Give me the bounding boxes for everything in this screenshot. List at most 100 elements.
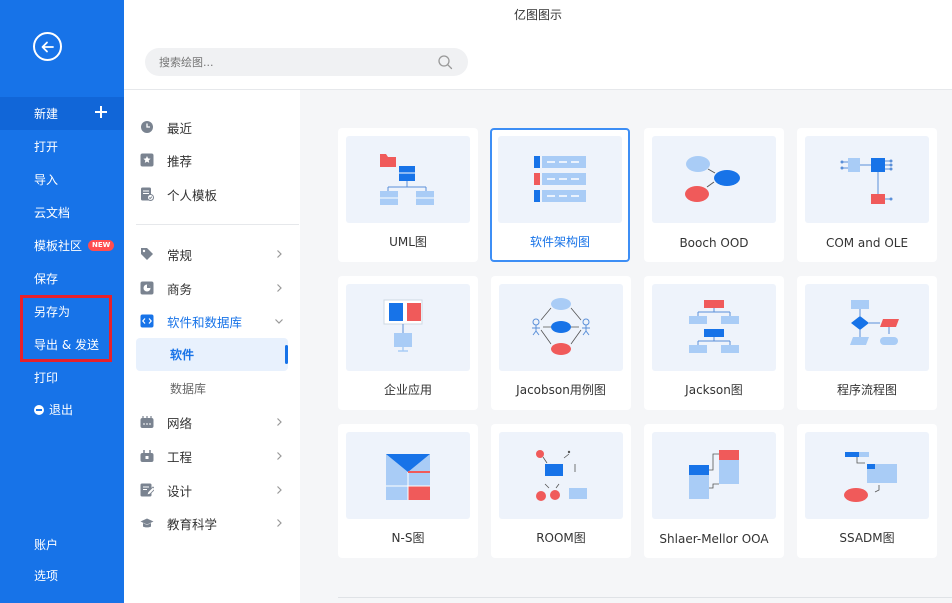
menu-item-export-send[interactable]: 导出 & 发送 <box>0 328 124 361</box>
menu-item-options[interactable]: 选项 <box>0 559 124 592</box>
chevron-right-icon <box>277 486 282 494</box>
template-label: UML图 <box>389 235 427 249</box>
com-diagram-icon <box>840 158 893 204</box>
back-button[interactable] <box>33 32 62 61</box>
menu-item-cloud-docs[interactable]: 云文档 <box>0 196 124 229</box>
tag-icon <box>141 248 153 260</box>
menu-item-open[interactable]: 打开 <box>0 130 124 163</box>
template-icon <box>141 187 154 201</box>
ns-diagram-icon <box>386 454 430 500</box>
nav-sub-database[interactable]: 数据库 <box>136 372 288 405</box>
search-input[interactable] <box>159 48 419 76</box>
template-thumbnail <box>498 136 622 223</box>
nav-sub-label: 软件 <box>170 348 195 362</box>
pencil-icon <box>140 483 154 497</box>
nav-item-label: 商务 <box>167 281 193 297</box>
template-label: SSADM图 <box>839 531 895 545</box>
ssadm-diagram-icon <box>844 452 897 502</box>
nav-item-design[interactable]: 设计 <box>136 476 300 504</box>
enterprise-diagram-icon <box>383 299 423 352</box>
menu-item-template-community[interactable]: 模板社区 NEW <box>0 229 124 262</box>
star-icon <box>140 153 154 167</box>
menu-item-new[interactable]: 新建 <box>0 97 124 130</box>
menu-item-exit[interactable]: 退出 <box>0 393 124 426</box>
flowchart-icon <box>850 300 899 345</box>
template-card-room[interactable]: ROOM图 <box>491 424 631 558</box>
template-label: 企业应用 <box>383 383 432 397</box>
search-icon[interactable] <box>437 54 453 70</box>
menu-item-save-as[interactable]: 另存为 <box>0 295 124 328</box>
use-case-diagram-icon <box>532 298 590 355</box>
template-thumbnail <box>499 284 623 371</box>
app-title: 亿图图示 <box>513 8 562 22</box>
template-label: Shlaer-Mellor OOA <box>659 532 769 546</box>
menu-item-label: 打印 <box>34 371 59 385</box>
network-icon <box>140 416 154 428</box>
nav-item-recommended[interactable]: 推荐 <box>136 146 300 174</box>
chevron-right-icon <box>277 519 282 527</box>
architecture-diagram-icon <box>534 156 586 202</box>
template-card-software-architecture[interactable]: 软件架构图 <box>490 128 630 262</box>
template-card-booch-ood[interactable]: Booch OOD <box>644 128 784 262</box>
template-card-jackson[interactable]: Jackson图 <box>644 276 784 410</box>
template-label: N-S图 <box>391 531 425 545</box>
nav-item-engineering[interactable]: 工程 <box>136 442 300 470</box>
search-box[interactable] <box>145 48 468 76</box>
menu-item-label: 选项 <box>34 569 59 583</box>
template-grid: UML图 软件架构图 Booch OOD COM and OLE 企业应用 Ja… <box>300 90 952 603</box>
room-diagram-icon <box>536 450 587 501</box>
nav-item-label: 网络 <box>167 415 193 431</box>
code-icon <box>140 314 154 328</box>
chevron-right-icon <box>277 452 282 460</box>
template-label: COM and OLE <box>825 236 909 250</box>
file-menu-sidebar: 新建 打开 导入 云文档 模板社区 NEW 保存 另存为 导出 & 发送 打印 … <box>0 0 124 603</box>
nav-item-label: 设计 <box>167 483 193 499</box>
template-card-program-flowchart[interactable]: 程序流程图 <box>797 276 937 410</box>
chevron-right-icon <box>277 250 282 258</box>
nav-item-network[interactable]: 网络 <box>136 408 300 436</box>
arrow-left-icon <box>41 41 54 52</box>
template-card-com-ole[interactable]: COM and OLE <box>797 128 937 262</box>
template-thumbnail <box>652 432 776 519</box>
menu-item-print[interactable]: 打印 <box>0 361 124 394</box>
nav-item-software-database[interactable]: 软件和数据库 <box>136 307 300 335</box>
template-thumbnail <box>805 284 929 371</box>
nav-item-label: 软件和数据库 <box>167 314 243 330</box>
active-marker <box>285 345 288 364</box>
menu-item-label: 云文档 <box>34 206 71 220</box>
menu-item-label: 打开 <box>34 140 59 154</box>
menu-item-account[interactable]: 账户 <box>0 528 124 561</box>
app-window: 新建 打开 导入 云文档 模板社区 NEW 保存 另存为 导出 & 发送 打印 … <box>0 0 952 603</box>
template-card-ns[interactable]: N-S图 <box>338 424 478 558</box>
menu-item-import[interactable]: 导入 <box>0 163 124 196</box>
menu-item-label: 新建 <box>34 107 59 121</box>
template-card-shlaer-mellor[interactable]: Shlaer-Mellor OOA <box>644 424 784 558</box>
template-card-jacobson[interactable]: Jacobson用例图 <box>491 276 631 410</box>
template-card-enterprise-app[interactable]: 企业应用 <box>338 276 478 410</box>
template-label: Jackson图 <box>685 383 743 397</box>
chevron-down-icon <box>275 319 283 324</box>
plus-icon <box>95 106 107 118</box>
nav-item-personal-templates[interactable]: 个人模板 <box>136 180 300 208</box>
template-label: 程序流程图 <box>836 383 897 397</box>
nav-item-business[interactable]: 商务 <box>136 274 300 302</box>
template-label: Jacobson用例图 <box>516 383 606 397</box>
category-nav: 最近 推荐 个人模板 常规 商务 软件和数据库 软件 数据库 网络 工程 设计 … <box>124 90 300 603</box>
template-thumbnail <box>805 136 929 223</box>
nav-sub-software[interactable]: 软件 <box>136 338 288 371</box>
template-thumbnail <box>805 432 929 519</box>
template-thumbnail <box>652 284 776 371</box>
nav-item-label: 推荐 <box>167 153 193 169</box>
nav-item-recent[interactable]: 最近 <box>136 113 300 141</box>
template-card-ssadm[interactable]: SSADM图 <box>797 424 937 558</box>
nav-item-general[interactable]: 常规 <box>136 240 300 268</box>
menu-item-label: 导入 <box>34 173 59 187</box>
template-card-uml[interactable]: UML图 <box>338 128 478 262</box>
nav-sub-label: 数据库 <box>170 382 207 396</box>
template-thumbnail <box>652 136 776 223</box>
menu-item-save[interactable]: 保存 <box>0 262 124 295</box>
jackson-diagram-icon <box>689 300 739 353</box>
nav-item-education-science[interactable]: 教育科学 <box>136 509 300 537</box>
uml-diagram-icon <box>380 154 434 205</box>
menu-item-label: 导出 & 发送 <box>34 338 99 352</box>
